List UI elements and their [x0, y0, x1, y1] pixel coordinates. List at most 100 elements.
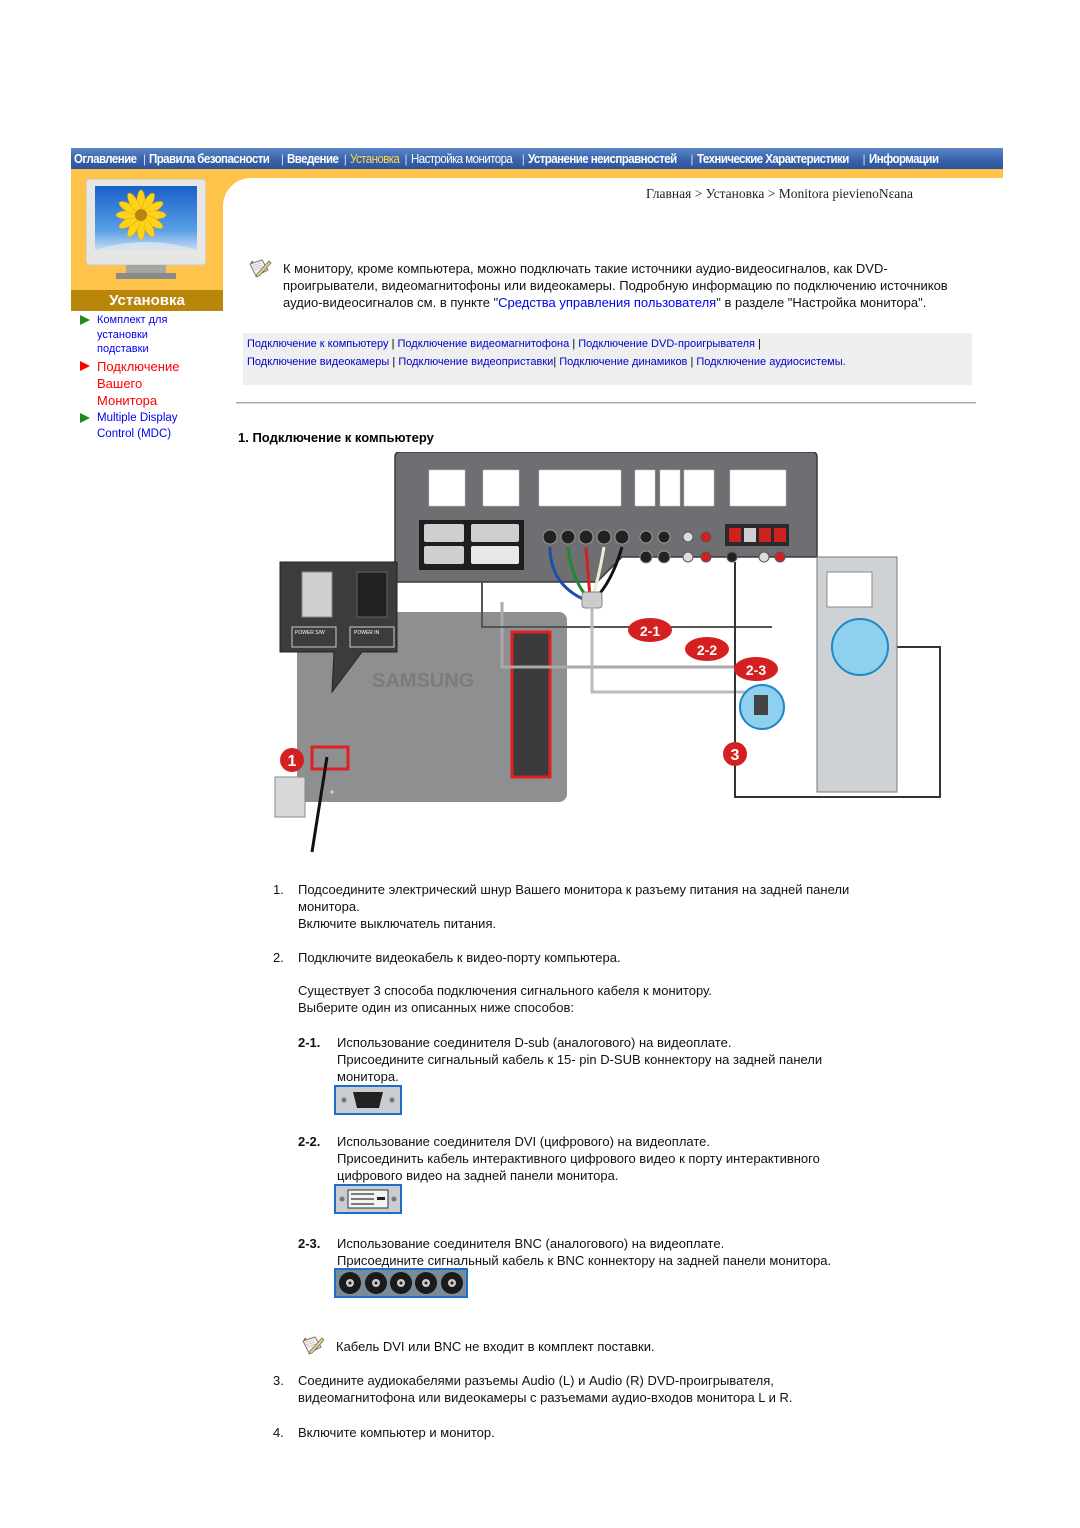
- sidebar-item-stand-kit[interactable]: Комплект для установки подставки: [80, 313, 225, 357]
- step-4-number: 4.: [273, 1425, 284, 1440]
- dsub-port: [424, 546, 464, 564]
- cable-note: Кабель DVI или BNC не входит в комплект …: [336, 1339, 655, 1354]
- dvi-port: [471, 524, 519, 542]
- side-menu: Комплект для установки подставки Подключ…: [80, 313, 225, 442]
- label-video-in: [634, 469, 656, 507]
- link-connect-computer[interactable]: Подключение к компьютеру: [247, 338, 389, 350]
- nav-setup[interactable]: Установка: [350, 152, 400, 166]
- top-navigation: Оглавление | Правила безопасности | Введен…: [71, 148, 1003, 169]
- label-rgb-inputs: [482, 469, 520, 507]
- connection-diagram: SAMSUNG POWER S/W POWER IN 2-1 2-2 2-3 1…: [274, 452, 941, 853]
- audio-port: [682, 531, 694, 543]
- link-separator: |: [572, 338, 576, 350]
- audio-port: [774, 551, 786, 563]
- sidebar-item-connect-monitor[interactable]: Подключение Вашего Монитора: [80, 358, 225, 409]
- section-title: Установка: [71, 290, 223, 311]
- audio-port: [758, 551, 770, 563]
- step-2-text: Подключите видеокабель к видео-порту ком…: [298, 950, 621, 965]
- step-2-3-text: Использование соединителя BNC (аналогово…: [337, 1236, 832, 1268]
- sidebar-item-label: Multiple Display Control (MDC): [97, 411, 178, 440]
- video-port: [639, 530, 653, 544]
- nav-separator: |: [404, 151, 408, 166]
- power-in-label: POWER IN: [354, 630, 380, 636]
- monitor-illustration: [86, 179, 206, 279]
- nav-introduction[interactable]: Введение: [287, 152, 339, 166]
- nav-safety[interactable]: Правила безопасности: [149, 152, 270, 166]
- step-2-2-text: Использование соединителя DVI (цифрового…: [337, 1134, 820, 1183]
- video-port: [639, 550, 653, 564]
- label-speaker-out: [729, 469, 787, 507]
- link-separator: |: [553, 355, 557, 368]
- link-connect-speakers[interactable]: Подключение динамиков: [559, 356, 687, 368]
- nav-troubleshooting[interactable]: Устранение неисправностей: [528, 152, 677, 166]
- step-2-1-number: 2-1.: [298, 1035, 321, 1050]
- bnc-port: [614, 529, 630, 545]
- power-inlet-icon: [356, 571, 388, 618]
- step-2-number: 2.: [273, 950, 284, 965]
- power-switch-icon: [301, 571, 333, 618]
- link-connect-settop[interactable]: Подключение видеоприставки: [398, 356, 553, 368]
- label-svideo-in: [659, 469, 681, 507]
- label-component-audio: [683, 469, 715, 507]
- intro-text: К монитору, кроме компьютера, можно подк…: [283, 261, 948, 310]
- callout-2-3: 2-3: [746, 662, 766, 678]
- nav-separator: |: [343, 151, 347, 166]
- step-2-2-number: 2-2.: [298, 1134, 321, 1149]
- brand-text: SAMSUNG: [372, 670, 474, 692]
- step-2-detail: Существует 3 способа подключения сигналь…: [298, 983, 712, 1015]
- link-connect-dvd[interactable]: Подключение DVD-проигрывателя: [578, 338, 755, 350]
- dsub-port: [424, 524, 464, 542]
- step-1-text: Подсоедините электрический шнур Вашего м…: [298, 882, 850, 931]
- note-pencil-icon: [249, 259, 272, 278]
- audio-port: [700, 531, 712, 543]
- arrow-right-icon: [80, 360, 90, 371]
- svideo-port: [657, 530, 671, 544]
- bnc-port: [560, 529, 576, 545]
- bnc-port: [596, 529, 612, 545]
- callout-1: 1: [288, 753, 297, 770]
- link-connect-vcr[interactable]: Подключение видеомагнитофона: [398, 338, 570, 350]
- arrow-right-icon: [80, 315, 90, 325]
- user-controls-link[interactable]: Средства управления пользователя: [498, 295, 716, 310]
- nav-separator: |: [142, 151, 147, 166]
- audio-port: [700, 551, 712, 563]
- link-separator: |: [392, 355, 396, 368]
- sidebar-item-label: Комплект для установки подставки: [97, 314, 168, 355]
- wall-outlet: [274, 776, 306, 818]
- arrow-right-icon: [80, 412, 90, 423]
- audio-port: [682, 551, 694, 563]
- callout-3: 3: [731, 747, 740, 764]
- power-sw-label: POWER S/W: [295, 630, 325, 636]
- breadcrumb: Главная > Установка > Monitora pievienoN…: [646, 186, 913, 201]
- link-separator: |: [690, 355, 694, 368]
- nav-specifications[interactable]: Технические Характеристики: [697, 152, 849, 166]
- bnc-connectors-icon: [334, 1268, 468, 1298]
- step-2-3-number: 2-3.: [298, 1236, 321, 1251]
- pc-audio-in-port: [726, 551, 738, 563]
- section-heading: 1. Подключение к компьютеру: [238, 430, 434, 445]
- dvi-port: [471, 546, 519, 564]
- connection-links-box: Подключение к компьютеру | Подключение в…: [243, 333, 972, 385]
- label-rgb3-component: [538, 469, 622, 507]
- divider: [236, 402, 976, 404]
- nav-separator: |: [521, 151, 525, 166]
- step-2-1-text: Использование соединителя D-sub (аналого…: [337, 1035, 823, 1084]
- input-panel-highlight: [510, 630, 552, 779]
- nav-information[interactable]: Информации: [869, 152, 939, 166]
- bnc-port: [578, 529, 594, 545]
- step-1-number: 1.: [273, 882, 284, 897]
- dsub-connector-icon: [334, 1085, 402, 1115]
- svideo-port: [657, 550, 671, 564]
- nav-separator: |: [280, 151, 284, 166]
- nav-separator: |: [690, 151, 694, 166]
- link-connect-camcorder[interactable]: Подключение видеокамеры: [247, 356, 389, 368]
- label-external-control: [428, 469, 466, 507]
- link-separator: |: [391, 338, 395, 350]
- link-separator: |: [758, 338, 761, 350]
- sidebar-item-mdc[interactable]: Multiple Display Control (MDC): [80, 410, 225, 442]
- nav-monitor-settings[interactable]: Настройка монитора: [411, 152, 513, 166]
- dvi-connector-icon: [334, 1184, 402, 1214]
- link-connect-audio-system[interactable]: Подключение аудиосистемы.: [696, 356, 845, 368]
- sidebar-item-label: Подключение Вашего Монитора: [97, 358, 180, 408]
- nav-contents[interactable]: Оглавление: [74, 152, 137, 166]
